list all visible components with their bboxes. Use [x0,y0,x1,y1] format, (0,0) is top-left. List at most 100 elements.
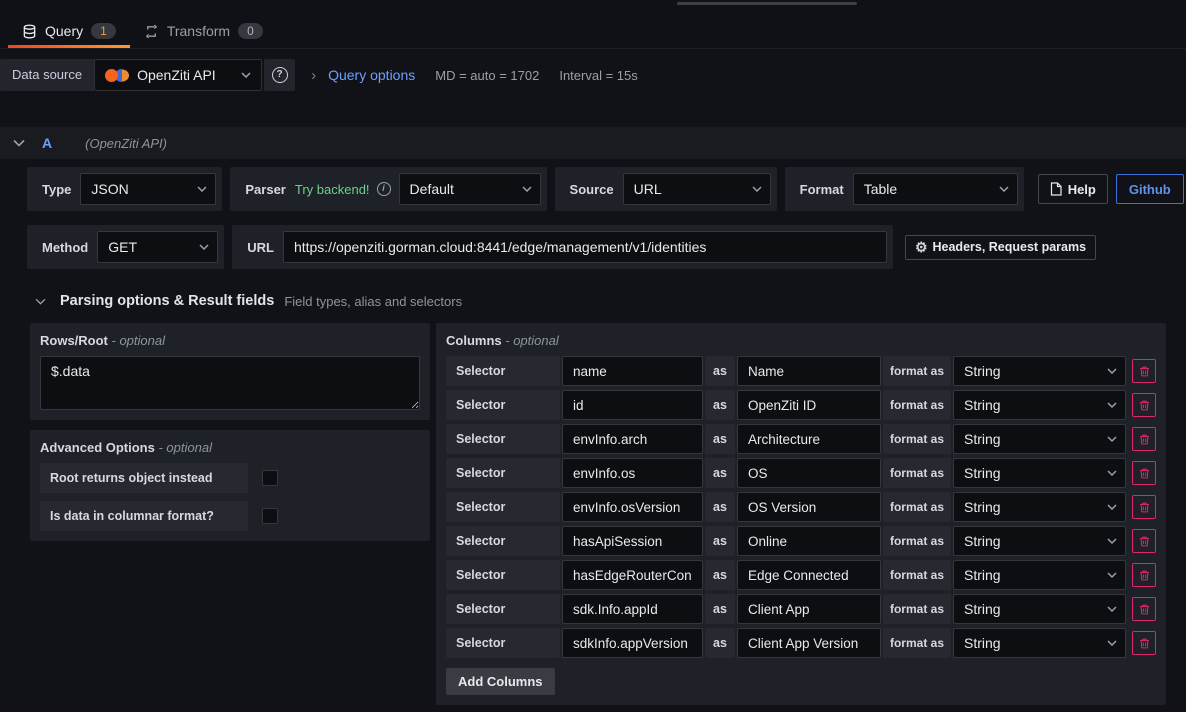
type-select[interactable]: JSON [80,173,216,205]
chevron-down-icon [199,244,209,250]
as-chip: as [705,594,735,624]
column-alias-input[interactable] [737,594,881,624]
collapse-query-chevron-icon[interactable] [13,139,25,147]
datasource-help-button[interactable]: ? [264,59,295,91]
column-selector-input[interactable] [562,628,703,658]
column-format-select[interactable]: String [953,458,1126,488]
delete-column-button[interactable] [1132,563,1156,587]
root-returns-object-checkbox[interactable] [262,470,278,486]
advanced-option-row: Root returns object instead array? [40,463,420,493]
column-alias-input[interactable] [737,492,881,522]
column-format-value: String [964,363,1001,379]
trash-icon [1138,467,1151,480]
advanced-options-optional: - optional [158,440,211,455]
help-button[interactable]: Help [1038,174,1108,204]
column-format-select[interactable]: String [953,492,1126,522]
url-label: URL [238,240,283,255]
rows-root-title: Rows/Root - optional [40,333,420,348]
trash-icon [1138,365,1151,378]
column-format-select[interactable]: String [953,594,1126,624]
headers-request-params-button[interactable]: ⚙ Headers, Request params [905,235,1096,260]
delete-column-button[interactable] [1132,427,1156,451]
delete-column-button[interactable] [1132,597,1156,621]
chevron-down-icon [1107,606,1117,612]
parser-field: Parser Try backend! i Default [230,167,546,211]
column-selector-input[interactable] [562,526,703,556]
column-format-select[interactable]: String [953,390,1126,420]
column-format-value: String [964,431,1001,447]
delete-column-button[interactable] [1132,393,1156,417]
column-selector-input[interactable] [562,594,703,624]
as-chip: as [705,390,735,420]
datasource-picker[interactable]: OpenZiti API [94,59,262,91]
delete-column-button[interactable] [1132,529,1156,553]
column-selector-input[interactable] [562,390,703,420]
chevron-down-icon [1107,640,1117,646]
column-alias-input[interactable] [737,356,881,386]
column-selector-input[interactable] [562,424,703,454]
query-datasource-hint: (OpenZiti API) [85,136,167,151]
format-as-chip: format as [883,492,951,522]
github-button[interactable]: Github [1116,174,1184,204]
query-refid: A [42,135,52,151]
as-chip: as [705,628,735,658]
parser-value: Default [410,181,454,197]
parsing-options-title: Parsing options & Result fields [60,293,274,309]
gear-icon: ⚙ [915,240,928,254]
column-alias-input[interactable] [737,560,881,590]
parser-label: Parser [236,182,294,197]
query-options-toggle[interactable]: Query options [328,67,415,83]
source-select[interactable]: URL [623,173,771,205]
column-format-select[interactable]: String [953,526,1126,556]
info-circle-icon: i [377,182,391,196]
column-alias-input[interactable] [737,390,881,420]
as-chip: as [705,492,735,522]
type-label: Type [33,182,80,197]
column-selector-input[interactable] [562,458,703,488]
column-selector-input[interactable] [562,492,703,522]
tab-query[interactable]: Query 1 [8,14,130,48]
tab-transform[interactable]: Transform 0 [130,14,277,48]
as-chip: as [705,356,735,386]
column-row: Selector as format as String [446,390,1156,420]
format-select[interactable]: Table [853,173,1018,205]
column-alias-input[interactable] [737,424,881,454]
advanced-options-panel: Advanced Options - optional Root returns… [30,430,430,541]
parsing-options-subtitle: Field types, alias and selectors [284,294,462,309]
method-label: Method [33,240,97,255]
column-format-select[interactable]: String [953,628,1126,658]
max-data-points-text: MD = auto = 1702 [435,68,539,83]
delete-column-button[interactable] [1132,359,1156,383]
column-format-select[interactable]: String [953,424,1126,454]
tab-transform-label: Transform [167,23,230,39]
rows-root-textarea[interactable]: $.data [40,356,420,410]
interval-text: Interval = 15s [559,68,637,83]
advanced-options-title: Advanced Options - optional [40,440,420,455]
format-as-chip: format as [883,628,951,658]
delete-column-button[interactable] [1132,631,1156,655]
column-alias-input[interactable] [737,628,881,658]
chevron-down-icon [1107,368,1117,374]
column-selector-input[interactable] [562,560,703,590]
parser-select[interactable]: Default [399,173,541,205]
delete-column-button[interactable] [1132,495,1156,519]
column-alias-input[interactable] [737,458,881,488]
as-chip: as [705,424,735,454]
chevron-down-icon [1107,572,1117,578]
column-format-select[interactable]: String [953,560,1126,590]
method-select[interactable]: GET [97,231,218,263]
column-selector-input[interactable] [562,356,703,386]
headers-button-label: Headers, Request params [933,240,1087,254]
parsing-options-header[interactable]: Parsing options & Result fields Field ty… [35,293,1166,309]
column-alias-input[interactable] [737,526,881,556]
source-field: Source URL [555,167,777,211]
editor-row-1: Type JSON Parser Try backend! i Default … [27,167,1166,211]
format-as-chip: format as [883,594,951,624]
url-input[interactable] [283,231,887,263]
column-format-select[interactable]: String [953,356,1126,386]
chevron-right-icon: › [311,67,316,84]
columnar-format-checkbox[interactable] [262,508,278,524]
add-columns-button[interactable]: Add Columns [446,668,555,695]
drawer-resize-handle[interactable] [677,2,857,5]
delete-column-button[interactable] [1132,461,1156,485]
